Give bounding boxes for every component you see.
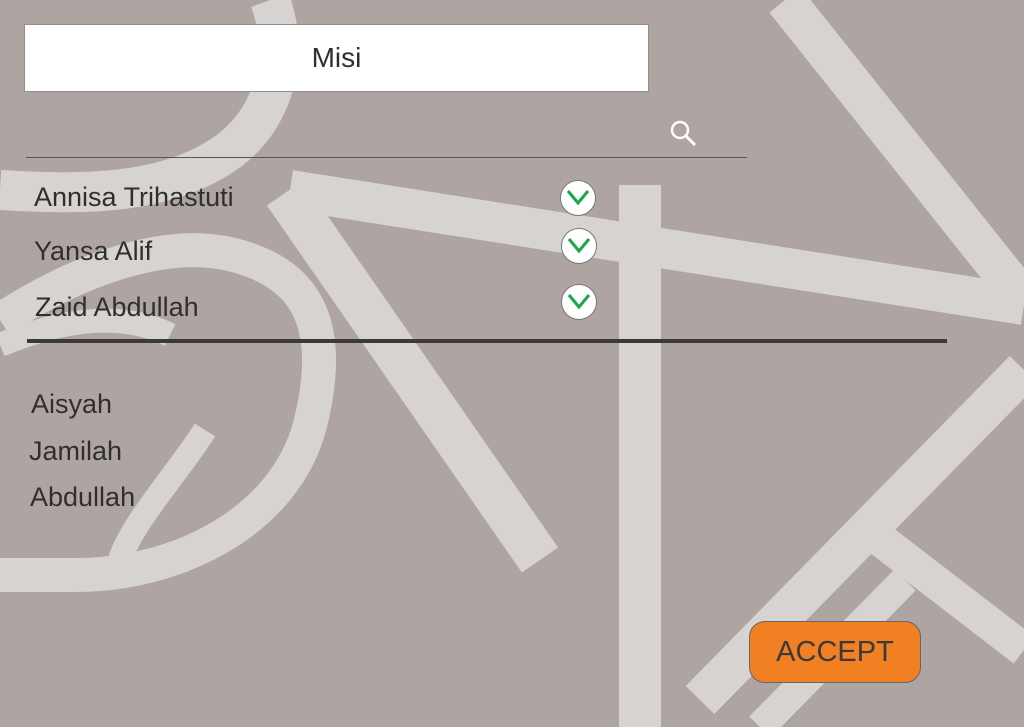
selected-person-yansa-alif: Yansa Alif — [34, 236, 153, 266]
selected-person-annisa-trihastuti: Annisa Trihastuti — [34, 182, 234, 212]
available-person-jamilah[interactable]: Jamilah — [29, 436, 122, 467]
selected-person-zaid-abdullah: Zaid Abdullah — [35, 292, 199, 322]
check-icon — [567, 238, 591, 254]
page-title: Misi — [311, 42, 362, 73]
available-person-aisyah[interactable]: Aisyah — [31, 389, 112, 420]
background-artwork — [0, 0, 1024, 727]
search-icon[interactable] — [668, 118, 698, 148]
accept-button-label: ACCEPT — [776, 635, 894, 668]
check-icon — [566, 190, 590, 206]
check-icon — [567, 294, 591, 310]
available-person-abdullah[interactable]: Abdullah — [30, 482, 135, 513]
accept-button[interactable]: ACCEPT — [749, 621, 921, 683]
mission-screen: Misi Annisa Trihastuti Yansa Alif Zaid A… — [0, 0, 1024, 727]
zaid-check-button[interactable] — [561, 284, 597, 320]
search-input-line[interactable] — [26, 157, 747, 158]
section-divider — [27, 339, 947, 343]
annisa-check-button[interactable] — [560, 180, 596, 216]
title-box: Misi — [24, 24, 649, 92]
yansa-check-button[interactable] — [561, 228, 597, 264]
